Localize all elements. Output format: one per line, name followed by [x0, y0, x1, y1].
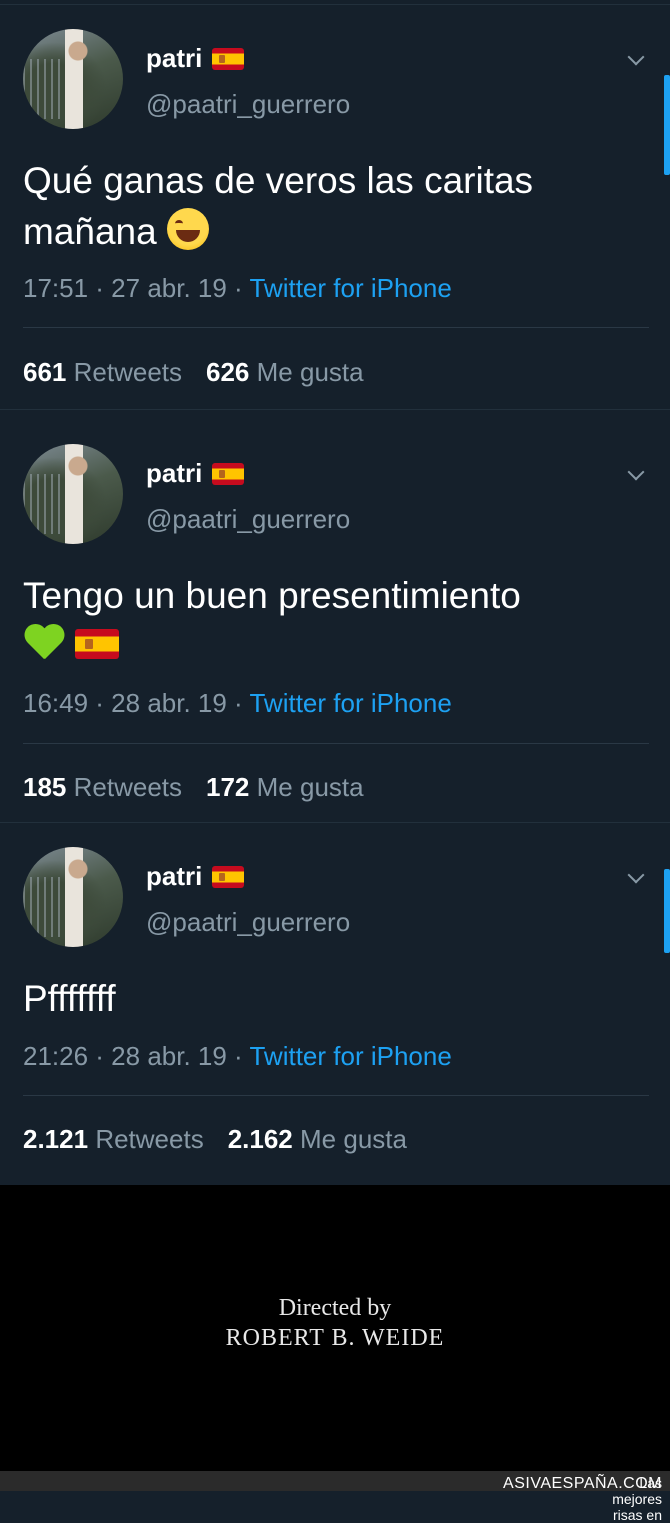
likes-count[interactable]: 2.162 Me gusta — [228, 1124, 407, 1155]
spain-flag-icon — [212, 462, 245, 485]
credits-line-1: Directed by — [278, 1295, 392, 1321]
likes-count[interactable]: 172 Me gusta — [206, 772, 364, 803]
chevron-down-icon[interactable] — [624, 867, 650, 887]
timestamp: 21:26 · 28 abr. 19 · — [23, 1041, 250, 1071]
user-handle[interactable]: @paatri_guerrero — [146, 504, 350, 535]
user-handle[interactable]: @paatri_guerrero — [146, 89, 350, 120]
tweet-text: Tengo un buen presentimiento — [23, 570, 633, 672]
tweet-text: Qué ganas de veros las caritas mañana — [23, 160, 534, 252]
likes-count[interactable]: 626 Me gusta — [206, 357, 364, 388]
source-link[interactable]: Twitter for iPhone — [249, 688, 451, 718]
timestamp: 17:51 · 27 abr. 19 · — [23, 273, 250, 303]
avatar[interactable] — [23, 29, 123, 129]
tweet-meta: 17:51 · 27 abr. 19 · Twitter for iPhone — [23, 273, 452, 304]
tweet-stats: 2.121 Retweets 2.162 Me gusta — [23, 1124, 407, 1155]
tweet-stats: 185 Retweets 172 Me gusta — [23, 772, 364, 803]
divider — [23, 1095, 649, 1096]
green-heart-emoji-icon — [23, 625, 65, 663]
tweet-text: Pfffffff — [23, 978, 116, 1019]
scrollbar[interactable] — [664, 869, 670, 953]
tweet-2[interactable]: patri @paatri_guerrero Tengo un buen pre… — [0, 409, 670, 823]
spain-flag-icon — [212, 47, 245, 70]
display-name[interactable]: patri — [146, 861, 245, 892]
tweet-stats: 661 Retweets 626 Me gusta — [23, 357, 364, 388]
tweet-meta: 16:49 · 28 abr. 19 · Twitter for iPhone — [23, 688, 452, 719]
chevron-down-icon[interactable] — [624, 49, 650, 69]
avatar[interactable] — [23, 847, 123, 947]
tweet-3[interactable]: patri @paatri_guerrero Pfffffff 21:26 · … — [0, 822, 670, 1184]
user-handle[interactable]: @paatri_guerrero — [146, 907, 350, 938]
source-link[interactable]: Twitter for iPhone — [249, 273, 451, 303]
watermark-footer: Las mejores risas en ASIVAESPAÑA.COM — [0, 1471, 670, 1523]
footer-brand[interactable]: ASIVAESPAÑA.COM — [503, 1475, 662, 1493]
source-link[interactable]: Twitter for iPhone — [249, 1041, 451, 1071]
timestamp: 16:49 · 28 abr. 19 · — [23, 688, 250, 718]
retweets-count[interactable]: 185 Retweets — [23, 772, 182, 803]
tweet-meta: 21:26 · 28 abr. 19 · Twitter for iPhone — [23, 1041, 452, 1072]
display-name[interactable]: patri — [146, 43, 245, 74]
retweets-count[interactable]: 661 Retweets — [23, 357, 182, 388]
credits-line-2: ROBERT B. WEIDE — [225, 1325, 445, 1351]
spain-flag-icon — [75, 629, 120, 659]
divider — [23, 327, 649, 328]
display-name[interactable]: patri — [146, 458, 245, 489]
avatar[interactable] — [23, 444, 123, 544]
scrollbar[interactable] — [664, 75, 670, 175]
laughing-face-emoji-icon — [167, 208, 209, 250]
spain-flag-icon — [212, 865, 245, 888]
tweet-1[interactable]: patri @paatri_guerrero Qué ganas de vero… — [0, 4, 670, 410]
divider — [23, 743, 649, 744]
chevron-down-icon[interactable] — [624, 464, 650, 484]
retweets-count[interactable]: 2.121 Retweets — [23, 1124, 204, 1155]
movie-credits-frame: Directed by ROBERT B. WEIDE — [0, 1185, 670, 1471]
